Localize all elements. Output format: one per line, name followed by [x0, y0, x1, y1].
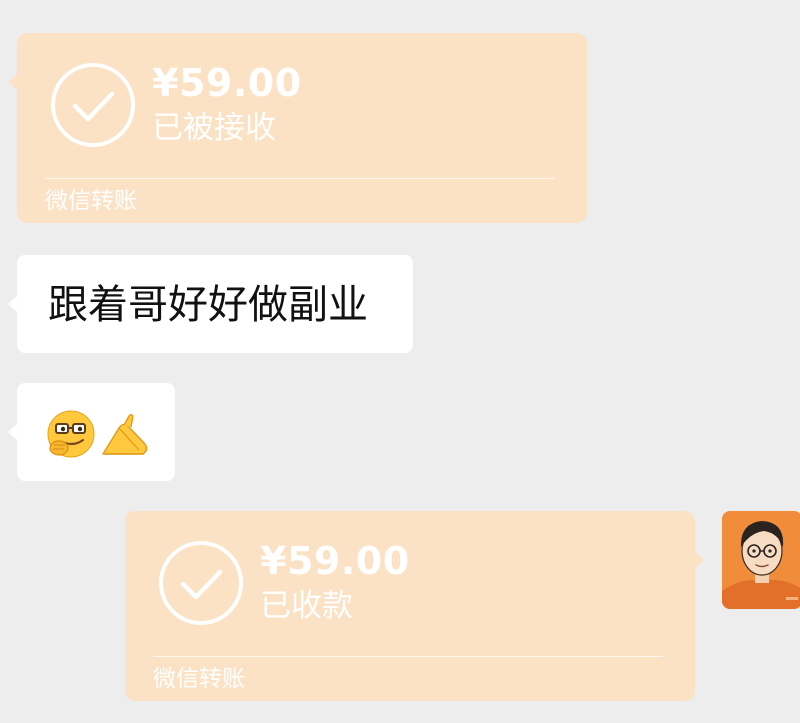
transfer-status: 已收款 — [260, 588, 353, 624]
check-circle-icon — [51, 63, 135, 147]
transfer-footer-label: 微信转账 — [153, 666, 245, 692]
user-avatar[interactable] — [722, 511, 800, 609]
message-text: 跟着哥好好做副业 — [48, 282, 368, 328]
received-transfer-card[interactable]: ¥59.00 已被接收 微信转账 — [8, 33, 587, 223]
transfer-status: 已被接收 — [152, 110, 276, 146]
clapping-hands-emoji — [102, 413, 148, 455]
text-message-bubble[interactable]: 跟着哥好好做副业 — [8, 255, 413, 353]
transfer-amount: ¥59.00 — [152, 61, 302, 105]
transfer-amount: ¥59.00 — [260, 539, 410, 583]
user-avatar-cartoon-icon — [722, 511, 800, 609]
emoji-message-bubble[interactable] — [8, 383, 175, 481]
transfer-footer-label: 微信转账 — [45, 188, 137, 214]
card-divider — [45, 178, 555, 179]
check-circle-icon — [159, 541, 243, 625]
thinking-face-emoji — [47, 410, 95, 458]
card-divider — [153, 656, 663, 657]
sent-transfer-card[interactable]: ¥59.00 已收款 微信转账 — [125, 511, 704, 701]
